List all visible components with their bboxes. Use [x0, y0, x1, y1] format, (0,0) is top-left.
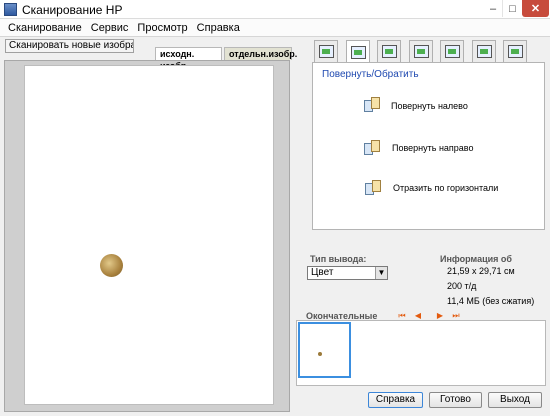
rotate-flip-icon [350, 45, 366, 59]
tab-original-image[interactable]: исходн. изобр. [155, 47, 222, 71]
resize-tab[interactable] [409, 40, 433, 62]
rotate-left-button[interactable]: Повернуть налево [391, 101, 468, 111]
thumbnail-coin [318, 352, 322, 356]
tab-separate-image[interactable]: отдельн.изобр. [224, 47, 297, 60]
crop-icon [381, 45, 397, 58]
enhance-tab[interactable] [440, 40, 464, 62]
enhance-icon [444, 45, 460, 58]
adjust-image-tab[interactable] [314, 40, 338, 62]
menu-view[interactable]: Просмотр [133, 19, 192, 36]
output-type-select[interactable]: Цвет ▼ [307, 266, 388, 280]
exit-button[interactable]: Выход [488, 392, 542, 408]
adjust-image-icon [318, 45, 334, 58]
final-thumbnail[interactable] [298, 322, 351, 378]
menu-scan[interactable]: Сканирование [4, 19, 87, 36]
info-dimensions: 21,59 x 29,71 см [447, 266, 515, 276]
menu-service[interactable]: Сервис [87, 19, 134, 36]
window-title: Сканирование HP [22, 3, 123, 17]
menu-bar: Сканирование Сервис Просмотр Справка [0, 19, 550, 37]
output-type-label: Тип вывода: [310, 254, 367, 264]
info-size: 11,4 МБ (без сжатия) [447, 296, 535, 306]
done-button[interactable]: Готово [429, 392, 482, 408]
close-button[interactable]: ✕ [522, 0, 549, 17]
help-button[interactable]: Справка [368, 392, 423, 408]
info-resolution: 200 т/д [447, 281, 477, 291]
color-adjust-icon [476, 45, 492, 58]
crop-tab[interactable] [377, 40, 401, 62]
tools-tab[interactable] [503, 40, 527, 62]
flip-horizontal-icon[interactable] [365, 180, 381, 196]
rotate-flip-tab[interactable] [346, 40, 370, 63]
scan-preview-page [24, 65, 274, 405]
chevron-down-icon[interactable]: ▼ [375, 267, 387, 279]
tools-icon [507, 45, 523, 58]
panel-title: Повернуть/Обратить [322, 69, 419, 80]
menu-help[interactable]: Справка [193, 19, 245, 36]
app-icon [4, 3, 17, 16]
rotate-right-button[interactable]: Повернуть направо [392, 143, 474, 153]
rotate-right-icon[interactable] [364, 140, 380, 156]
scan-new-images-button[interactable]: Сканировать новые изображения [5, 39, 134, 53]
rotate-left-icon[interactable] [364, 97, 380, 113]
maximize-button[interactable]: □ [503, 0, 522, 17]
flip-horizontal-button[interactable]: Отразить по горизонтали [393, 183, 498, 193]
scanned-coin-image [100, 254, 123, 277]
resize-icon [413, 45, 429, 58]
minimize-button[interactable]: – [484, 0, 503, 17]
output-type-value: Цвет [311, 267, 334, 278]
color-adjust-tab[interactable] [472, 40, 496, 62]
title-bar: Сканирование HP – □ ✕ [0, 0, 550, 19]
info-title: Информация об [440, 254, 512, 264]
